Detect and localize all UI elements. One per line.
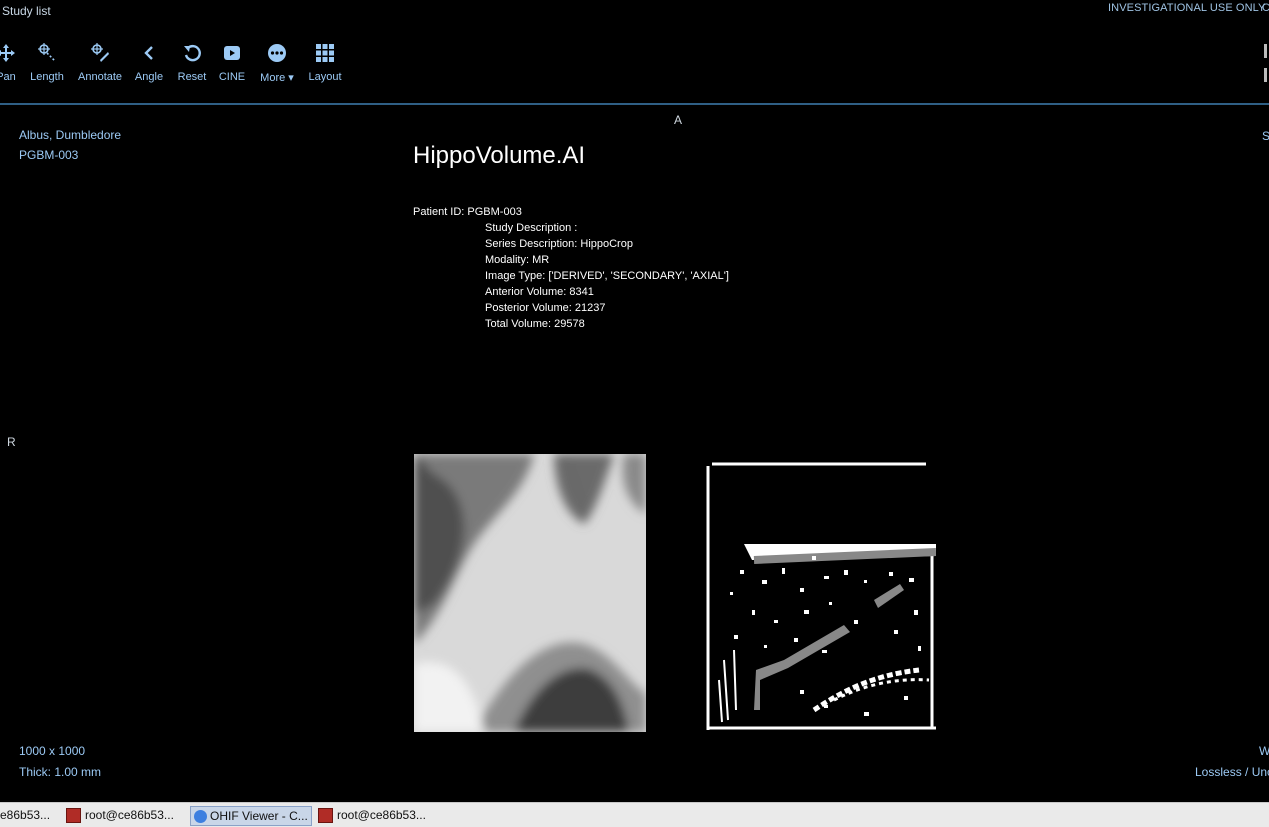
annotate-label: Annotate (78, 71, 123, 83)
patient-id: PGBM-003 (19, 148, 79, 162)
browser-icon (194, 809, 207, 823)
pan-icon (0, 40, 18, 66)
length-label: Length (30, 71, 64, 83)
mri-crop-image (414, 454, 646, 732)
angle-icon (134, 40, 164, 66)
cine-button[interactable]: CINE (217, 40, 247, 90)
taskbar-item[interactable]: root@ce86b53... (318, 806, 426, 824)
angle-label: Angle (134, 71, 164, 83)
more-button[interactable]: More ▾ (256, 40, 298, 90)
terminal-icon (318, 807, 333, 823)
report-posterior-volume: Posterior Volume: 21237 (485, 302, 606, 314)
orientation-right-top-marker: S (1262, 129, 1269, 143)
more-label: More ▾ (260, 72, 294, 84)
report-study-description: Study Description : (485, 222, 578, 234)
report-modality: Modality: MR (485, 254, 550, 266)
taskbar-item-label: root@ce86b53... (337, 808, 426, 822)
hippocampus-segmentation-overlay (704, 460, 936, 732)
top-toolbar: Study list INVESTIGATIONAL USE ONLY C Pa… (0, 0, 1269, 104)
annotate-icon (78, 40, 122, 66)
report-anterior-volume: Anterior Volume: 8341 (485, 286, 594, 298)
angle-button[interactable]: Angle (134, 40, 164, 90)
layout-label: Layout (308, 71, 342, 83)
taskbar-item[interactable]: e86b53... (0, 806, 50, 824)
report-title: HippoVolume.AI (413, 142, 586, 169)
cine-label: CINE (218, 71, 246, 83)
layout-button[interactable]: Layout (306, 40, 344, 90)
taskbar-item-label: root@ce86b53... (85, 808, 174, 822)
pan-label: Pan (0, 71, 16, 83)
image-size: 1000 x 1000 (19, 744, 86, 758)
more-icon (256, 40, 298, 66)
taskbar-item-label: e86b53... (0, 808, 51, 822)
compression-info: Lossless / Unc (1195, 765, 1269, 779)
pan-button[interactable]: Pan (0, 40, 18, 90)
slice-thickness: Thick: 1.00 mm (19, 765, 102, 779)
cine-icon (217, 40, 247, 66)
taskbar-item-active[interactable]: OHIF Viewer - C... (190, 806, 312, 826)
orientation-top-marker: A (674, 113, 683, 127)
os-taskbar: e86b53... root@ce86b53... OHIF Viewer - … (0, 802, 1269, 827)
reset-button[interactable]: Reset (176, 40, 208, 90)
terminal-icon (66, 807, 81, 823)
report-total-volume: Total Volume: 29578 (485, 318, 585, 330)
right-edge-controls[interactable] (1264, 44, 1269, 88)
patient-name: Albus, Dumbledore (19, 128, 122, 142)
taskbar-item[interactable]: root@ce86b53... (66, 806, 174, 824)
orientation-left-marker: R (7, 435, 16, 449)
study-list-link[interactable]: Study list (2, 4, 51, 18)
window-level-cut: W (1259, 744, 1269, 758)
length-button[interactable]: Length (28, 40, 66, 90)
reset-label: Reset (177, 71, 207, 83)
report-image-type: Image Type: ['DERIVED', 'SECONDARY', 'AX… (485, 270, 729, 282)
annotate-button[interactable]: Annotate (78, 40, 122, 90)
reset-icon (176, 40, 208, 66)
length-icon (28, 40, 66, 66)
report-details: Patient ID: PGBM-003 Study Description :… (413, 204, 729, 332)
layout-grid-icon (306, 40, 344, 66)
report-patient-id: Patient ID: PGBM-003 (413, 206, 522, 218)
investigational-use-label: INVESTIGATIONAL USE ONLY (1108, 2, 1266, 14)
taskbar-item-label: OHIF Viewer - C... (210, 809, 308, 823)
investigational-extra-label: C (1262, 2, 1269, 14)
report-series-description: Series Description: HippoCrop (485, 238, 633, 250)
